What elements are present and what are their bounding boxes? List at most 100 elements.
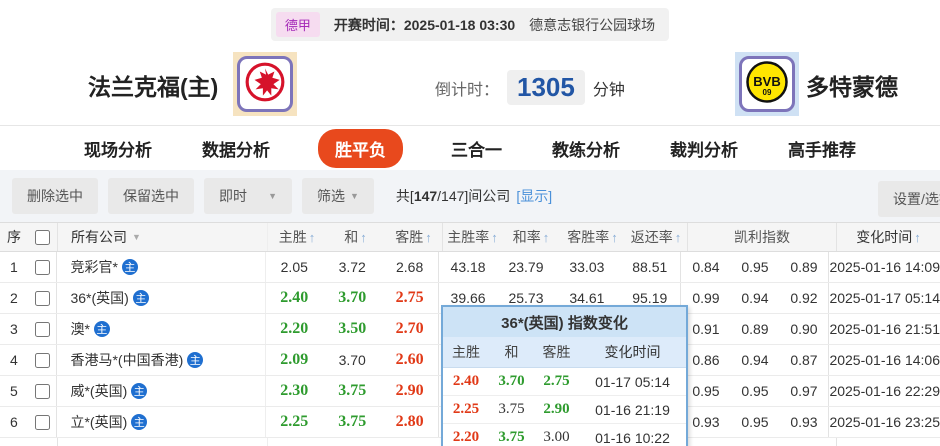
kelly-value: 0.93 [779,414,828,430]
kelly-value: 0.94 [730,290,779,306]
popup-home-odds: 2.20 [443,429,489,446]
match-odds-page: 德甲 开赛时间：2025-01-18 03:30 德意志银行公园球场 法兰克福(… [0,0,940,446]
sort-up-icon: ↑ [425,230,432,245]
header-home-rate[interactable]: 主胜率↑ [443,223,502,251]
home-win-odds: 2.20 [266,314,323,344]
eintracht-frankfurt-eagle-icon [244,61,286,108]
odds-change-popup: 36*(英国) 指数变化 主胜 和 客胜 变化时间 2.403.702.7501… [441,305,688,446]
match-info-bar: 德甲 开赛时间：2025-01-18 03:30 德意志银行公园球场 [0,8,940,41]
popup-header-away: 客胜 [534,342,579,362]
draw-odds: 3.72 [323,252,381,282]
row-select-cell [28,345,58,375]
tab-live-analysis[interactable]: 现场分析 [82,129,154,168]
company-name[interactable]: 威*(英国)主 [57,376,265,406]
keep-selected-button[interactable]: 保留选中 [108,178,194,214]
header-draw[interactable]: 和↑ [326,223,385,251]
row-number: 2 [0,283,28,313]
draw-rate: 23.79 [497,252,554,282]
header-draw-rate[interactable]: 和率↑ [502,223,560,251]
home-team-logo [233,52,297,116]
row-select-cell [28,407,58,437]
draw-odds: 3.75 [323,407,381,437]
popup-row: 2.403.702.7501-17 05:14 [443,368,686,396]
header-kelly-index: 凯利指数 [688,223,837,251]
company-name[interactable]: 香港马*(中国香港)主 [57,345,265,375]
home-win-odds: 2.05 [266,252,323,282]
header-home-win[interactable]: 主胜↑ [268,223,326,251]
popup-away-odds: 2.90 [534,401,579,418]
header-change-time[interactable]: 变化时间↑ [837,223,940,251]
svg-text:09: 09 [763,88,772,97]
filter-dropdown-label: 筛选 [317,186,345,206]
league-badge: 德甲 [276,12,320,37]
tab-referee-analysis[interactable]: 裁判分析 [668,129,740,168]
show-companies-link[interactable]: [显示] [516,186,552,206]
select-all-checkbox[interactable] [35,230,50,245]
company-name[interactable]: 36*(英国)主 [57,283,265,313]
countdown-value: 1305 [507,70,585,105]
kelly-value: 0.89 [730,321,779,337]
draw-odds: 3.50 [323,314,381,344]
popup-body: 2.403.702.7501-17 05:142.253.752.9001-16… [443,368,686,446]
header-seq: 序 [0,223,28,251]
kelly-value: 0.95 [730,383,779,399]
company-name[interactable]: 澳*主 [57,314,265,344]
tab-expert-picks[interactable]: 高手推荐 [786,129,858,168]
header-away-rate[interactable]: 客胜率↑ [560,223,625,251]
row-number: 3 [0,314,28,344]
kelly-indices: 0.910.890.90 [681,314,829,344]
row-checkbox[interactable] [35,260,50,275]
home-odds-badge-icon: 主 [131,414,147,430]
home-win-odds: 2.30 [266,376,323,406]
tab-data-analysis[interactable]: 数据分析 [200,129,272,168]
row-checkbox[interactable] [35,353,50,368]
header-away-win[interactable]: 客胜↑ [385,223,443,251]
change-time: 2025-01-16 14:09 [829,252,940,282]
kelly-value: 0.84 [681,259,730,275]
venue-name: 德意志银行公园球场 [529,15,655,35]
away-team-name: 多特蒙德 [806,68,898,102]
row-checkbox[interactable] [35,291,50,306]
away-win-odds: 2.80 [381,407,438,437]
header-company[interactable]: 所有公司▼ [58,223,268,251]
tab-three-in-one[interactable]: 三合一 [449,129,504,168]
row-checkbox[interactable] [35,322,50,337]
kelly-value: 0.95 [681,383,730,399]
settings-select-button[interactable]: 设置/选择 [878,181,940,217]
kelly-indices: 0.950.950.97 [681,376,829,406]
popup-draw-odds: 3.75 [489,401,534,418]
odds-table-header: 序 所有公司▼ 主胜↑ 和↑ 客胜↑ 主胜率↑ 和率↑ 客胜率↑ 返还率↑ 凯利… [0,222,940,252]
kelly-indices: 0.930.950.93 [681,407,829,437]
popup-change-time: 01-17 05:14 [579,374,686,390]
row-select-cell [28,252,58,282]
home-win-odds: 2.25 [266,407,323,437]
kelly-value: 0.90 [779,321,828,337]
popup-home-odds: 2.40 [443,373,489,390]
popup-header-draw: 和 [489,342,534,362]
home-odds-badge-icon: 主 [131,383,147,399]
tab-coach-analysis[interactable]: 教练分析 [550,129,622,168]
svg-text:BVB: BVB [753,74,780,89]
header-return-rate[interactable]: 返还率↑ [625,223,688,251]
home-odds-badge-icon: 主 [122,259,138,275]
change-time: 2025-01-17 05:14 [829,283,940,313]
instant-odds-dropdown[interactable]: 即时 ▼ [204,178,292,214]
analysis-tabs: 现场分析 数据分析 胜平负 三合一 教练分析 裁判分析 高手推荐 [0,125,940,170]
filter-dropdown[interactable]: 筛选 ▼ [302,178,374,214]
away-team-logo: BVB 09 [735,52,799,116]
company-name[interactable]: 竞彩官*主 [57,252,265,282]
kelly-value: 0.87 [779,352,828,368]
company-name[interactable]: 立*(英国)主 [57,407,265,437]
countdown: 倒计时： 1305 分钟 [435,70,625,105]
kelly-value: 0.97 [779,383,828,399]
change-time: 2025-01-16 14:06 [829,345,940,375]
away-win-odds: 2.68 [381,252,438,282]
row-checkbox[interactable] [35,415,50,430]
row-checkbox[interactable] [35,384,50,399]
popup-header-home: 主胜 [443,342,489,362]
delete-selected-button[interactable]: 删除选中 [12,178,98,214]
tab-win-draw-lose[interactable]: 胜平负 [318,129,403,168]
popup-draw-odds: 3.75 [489,429,534,446]
borussia-dortmund-bvb-icon: BVB 09 [745,60,789,109]
row-number: 1 [0,252,28,282]
